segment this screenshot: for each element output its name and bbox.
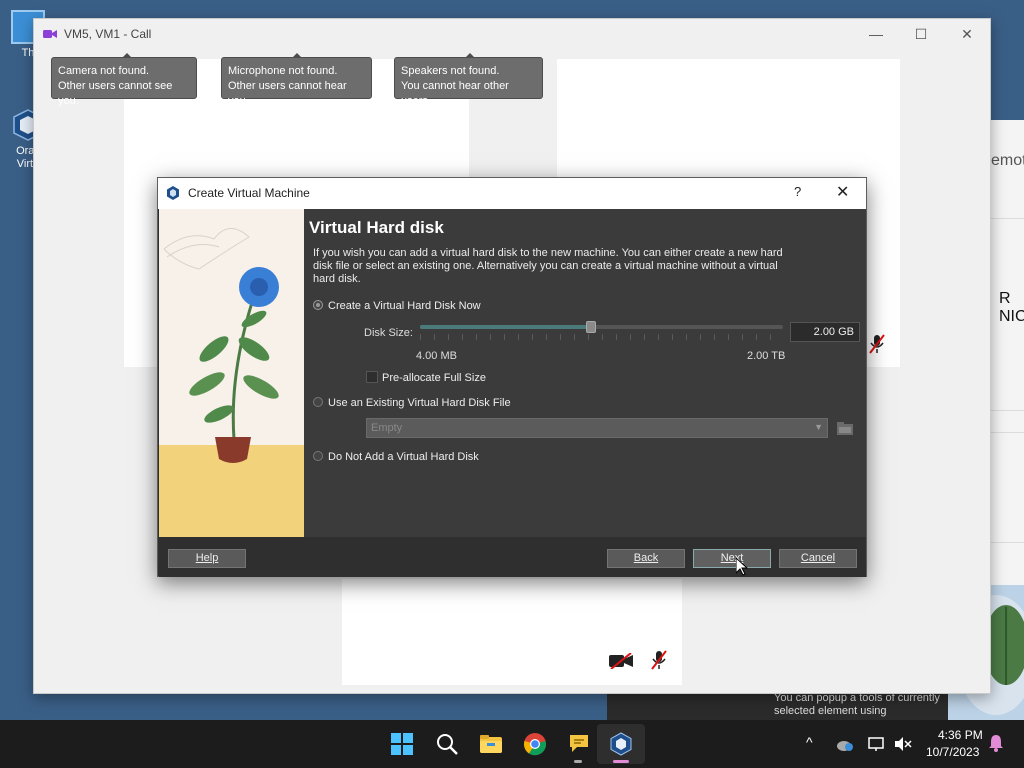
- call-window-title: VM5, VM1 - Call: [64, 27, 152, 41]
- start-icon[interactable]: [390, 732, 414, 756]
- preallocate-checkbox-row[interactable]: Pre-allocate Full Size: [366, 371, 486, 384]
- radio-label: Do Not Add a Virtual Hard Disk: [328, 451, 479, 463]
- back-button[interactable]: Back: [607, 549, 685, 568]
- disk-size-input[interactable]: 2.00 GB: [790, 322, 860, 342]
- divider: [991, 542, 1024, 543]
- chevron-down-icon: ▼: [814, 422, 823, 432]
- clock-date[interactable]: 10/7/2023: [926, 745, 979, 759]
- notice-line: Speakers not found.: [401, 65, 500, 77]
- notice-line: You cannot hear other users.: [401, 80, 509, 107]
- divider: [991, 410, 1024, 411]
- file-explorer-icon[interactable]: [479, 732, 503, 756]
- radio-label: Create a Virtual Hard Disk Now: [328, 300, 481, 312]
- wizard-illustration: [159, 209, 304, 537]
- slider-ticks: [420, 334, 783, 340]
- volume-muted-icon[interactable]: [894, 736, 912, 752]
- checkbox-label: Pre-allocate Full Size: [382, 372, 486, 384]
- search-icon[interactable]: [435, 732, 459, 756]
- slider-fill: [420, 325, 591, 329]
- mic-muted-icon[interactable]: [651, 650, 667, 670]
- dialog-titlebar[interactable]: Create Virtual Machine ? ✕: [158, 178, 866, 209]
- tooltip-text: You can popup a tools of currently selec…: [774, 692, 940, 717]
- close-button[interactable]: ✕: [836, 182, 849, 202]
- taskbar: ^ 4:36 PM 10/7/2023: [0, 720, 1024, 768]
- notice-line: Other users cannot see you.: [58, 80, 173, 107]
- disk-size-label: Disk Size:: [364, 327, 413, 339]
- help-button[interactable]: Help: [168, 549, 246, 568]
- background-text: emot: [991, 152, 1024, 169]
- network-icon[interactable]: [868, 736, 886, 752]
- video-camera-icon: [43, 30, 57, 38]
- divider: [991, 432, 1024, 433]
- button-bar: Help Back Next Cancel: [159, 537, 866, 577]
- maximize-button[interactable]: ☐: [906, 23, 936, 45]
- dialog-title: Create Virtual Machine: [188, 186, 310, 200]
- chrome-icon[interactable]: [523, 732, 547, 756]
- virtualbox-icon: [167, 186, 179, 200]
- help-icon[interactable]: ?: [794, 184, 801, 199]
- radio-do-not-add[interactable]: Do Not Add a Virtual Hard Disk: [313, 451, 479, 463]
- divider: [991, 218, 1024, 219]
- self-video-panel: [342, 579, 682, 685]
- slider-handle[interactable]: [585, 321, 596, 333]
- active-indicator: [613, 760, 629, 763]
- call-window-titlebar[interactable]: VM5, VM1 - Call — ☐ ✕: [34, 19, 990, 49]
- chat-icon[interactable]: [567, 732, 591, 756]
- notice-line: Other users cannot hear you.: [228, 80, 347, 107]
- onedrive-icon[interactable]: [836, 736, 854, 752]
- preallocate-checkbox[interactable]: [366, 371, 378, 383]
- minimize-button[interactable]: —: [861, 23, 891, 45]
- mouse-cursor-icon: [736, 558, 748, 576]
- camera-notice: Camera not found. Other users cannot see…: [51, 53, 197, 107]
- create-vm-dialog: Create Virtual Machine ? ✕ Virtual Hard …: [157, 177, 867, 577]
- disk-size-slider[interactable]: [420, 321, 783, 333]
- radio-create-disk[interactable]: Create a Virtual Hard Disk Now: [313, 300, 481, 312]
- mic-muted-icon: [869, 334, 885, 354]
- next-button[interactable]: Next: [693, 549, 771, 568]
- clock-time[interactable]: 4:36 PM: [938, 728, 983, 742]
- folder-icon[interactable]: [836, 419, 854, 437]
- radio-use-existing[interactable]: Use an Existing Virtual Hard Disk File: [313, 397, 511, 409]
- wizard-page: Virtual Hard disk If you wish you can ad…: [304, 209, 866, 537]
- close-button[interactable]: ✕: [952, 23, 982, 45]
- page-title: Virtual Hard disk: [309, 218, 444, 237]
- cancel-button[interactable]: Cancel: [779, 549, 857, 568]
- camera-off-icon[interactable]: [609, 653, 633, 669]
- page-description: If you wish you can add a virtual hard d…: [313, 247, 783, 285]
- notice-line: Camera not found.: [58, 65, 150, 77]
- microphone-notice: Microphone not found. Other users cannot…: [221, 53, 372, 107]
- existing-disk-select[interactable]: Empty ▼: [366, 418, 828, 438]
- notification-bell-icon[interactable]: [988, 734, 1004, 752]
- chevron-up-icon[interactable]: ^: [806, 734, 813, 750]
- notice-line: Microphone not found.: [228, 65, 338, 77]
- slider-min-label: 4.00 MB: [416, 350, 457, 362]
- speakers-notice: Speakers not found. You cannot hear othe…: [394, 53, 543, 107]
- radio-button[interactable]: [313, 300, 323, 310]
- running-indicator: [574, 760, 582, 763]
- virtualbox-icon[interactable]: [609, 732, 633, 756]
- radio-button[interactable]: [313, 451, 323, 461]
- slider-max-label: 2.00 TB: [747, 350, 786, 362]
- radio-button[interactable]: [313, 397, 323, 407]
- radio-label: Use an Existing Virtual Hard Disk File: [328, 397, 511, 409]
- background-text: R NIC: [999, 290, 1024, 325]
- select-value: Empty: [371, 422, 403, 434]
